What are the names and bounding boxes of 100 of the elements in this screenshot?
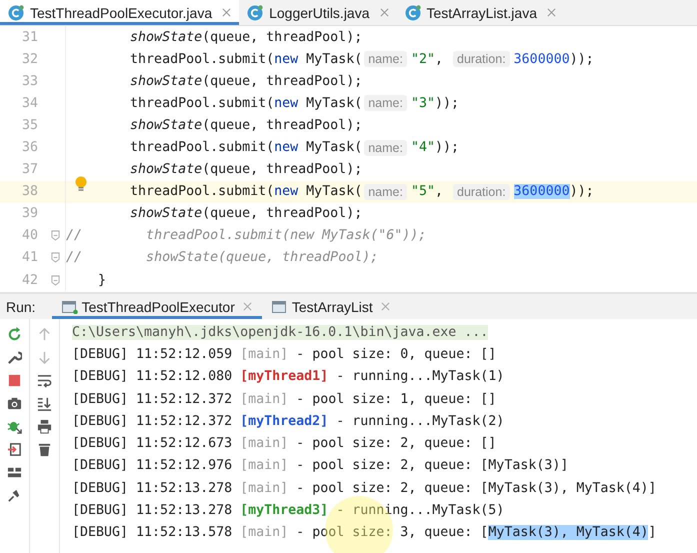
line-number: 38: [20, 184, 39, 200]
line-number: 33: [20, 74, 39, 89]
log-text: - pool size: 0, queue: []: [295, 346, 496, 362]
file-tab[interactable]: TestThreadPoolExecutor.java: [0, 0, 240, 25]
code-text: "2": [410, 52, 435, 67]
log-text: [DEBUG] 11:52:13.278: [72, 503, 234, 518]
log-text: [DEBUG] 11:52:12.080: [72, 369, 234, 384]
soft-wrap-icon[interactable]: [37, 373, 52, 388]
up-arrow-icon[interactable]: [37, 327, 52, 342]
file-tab[interactable]: LoggerUtils.java: [239, 0, 396, 25]
code-text: showState: [129, 74, 202, 89]
console-window-icon: [272, 300, 288, 314]
print-icon[interactable]: [37, 419, 52, 434]
code-text: new: [274, 140, 298, 156]
code-text: MyTask(: [305, 140, 362, 156]
run-tab[interactable]: TestThreadPoolExecutor: [52, 294, 262, 319]
code-text: ));: [435, 96, 460, 111]
lightbulb-icon[interactable]: [75, 176, 87, 192]
code-text: threadPool.submit(: [129, 140, 274, 156]
class-icon: [8, 4, 24, 20]
code-text: ));: [435, 140, 460, 156]
code-text: "5": [410, 184, 435, 200]
log-text: - running...MyTask(5): [335, 503, 504, 518]
parameter-hint: duration:: [453, 51, 510, 68]
log-text: [main]: [240, 436, 288, 452]
file-tab[interactable]: TestArrayList.java: [396, 0, 564, 25]
run-label: Run:: [5, 298, 37, 314]
code-text: ));: [570, 52, 594, 67]
comment-text: //: [66, 250, 82, 266]
down-arrow-icon[interactable]: [37, 350, 52, 365]
close-icon[interactable]: [380, 8, 388, 17]
pin-icon[interactable]: [7, 488, 22, 503]
code-text: showState: [129, 118, 202, 133]
close-icon[interactable]: [546, 8, 556, 17]
selected-text: 3600000: [514, 184, 570, 200]
parameter-hint: name:: [364, 140, 407, 156]
line-number: 41: [20, 250, 39, 266]
log-text: [DEBUG] 11:52:12.059: [72, 346, 234, 362]
fold-marker-icon[interactable]: [51, 274, 60, 286]
line-number: 40: [20, 228, 39, 244]
close-icon[interactable]: [222, 8, 232, 17]
code-text: "4": [410, 140, 435, 156]
close-icon[interactable]: [380, 302, 390, 311]
log-text: [main]: [240, 480, 288, 496]
exit-icon[interactable]: [7, 442, 22, 457]
line-number: 37: [20, 162, 39, 178]
code-text: MyTask(: [305, 184, 362, 200]
code-text: MyTask(: [305, 52, 362, 67]
parameter-hint: name:: [364, 95, 407, 112]
log-text: - pool size: 2, queue: []: [295, 436, 496, 452]
selected-text: MyTask(3), MyTask(4): [488, 525, 648, 540]
code-text: (queue, threadPool);: [202, 206, 362, 222]
code-text: 3600000: [514, 52, 570, 67]
code-text: showState: [129, 30, 202, 45]
trash-icon[interactable]: [37, 442, 52, 457]
close-icon[interactable]: [242, 302, 252, 311]
log-text: [main]: [240, 346, 288, 362]
code-text: (queue, threadPool);: [202, 30, 362, 45]
console-window-icon: [62, 300, 78, 314]
camera-icon[interactable]: [7, 396, 22, 411]
fold-marker-icon[interactable]: [51, 252, 60, 264]
log-text: [main]: [240, 392, 288, 407]
layout-icon[interactable]: [7, 465, 22, 480]
code-text: MyTask(: [305, 96, 362, 111]
rerun-icon[interactable]: [7, 327, 22, 342]
class-icon: [404, 4, 420, 20]
code-text: threadPool.submit(: [129, 96, 274, 111]
line-number: 36: [20, 140, 39, 156]
code-text: (queue, threadPool);: [202, 162, 362, 178]
log-text: [DEBUG] 11:52:12.976: [72, 458, 234, 474]
fold-marker-icon[interactable]: [51, 230, 60, 242]
run-tab[interactable]: TestArrayList: [262, 294, 400, 319]
log-text: - running...MyTask(1): [335, 369, 504, 384]
code-text: new: [274, 184, 298, 200]
code-text: new: [274, 52, 298, 67]
log-text: [DEBUG] 11:52:12.673: [72, 436, 234, 452]
log-text: [myThread3]: [240, 503, 328, 518]
log-text: [DEBUG] 11:52:13.578: [72, 525, 234, 540]
scroll-to-end-icon[interactable]: [37, 396, 52, 411]
code-text: (queue, threadPool);: [202, 118, 362, 133]
line-number: 32: [20, 52, 39, 67]
code-text: threadPool.submit(: [129, 52, 274, 67]
log-text: [myThread1]: [240, 369, 328, 384]
log-text: ]: [648, 525, 656, 540]
bug-icon[interactable]: [7, 419, 22, 434]
log-text: - pool size: 3, queue: [: [295, 525, 488, 540]
code-text: "3": [410, 96, 435, 111]
comment-text: //: [66, 228, 82, 244]
log-text: - pool size: 2, queue: [MyTask(3), MyTask(4)]: [295, 480, 656, 496]
log-text: [myThread2]: [240, 414, 328, 429]
code-text: showState: [129, 206, 202, 222]
code-text: (queue, threadPool);: [202, 74, 362, 89]
stop-icon[interactable]: [7, 373, 22, 388]
code-text: ,: [435, 52, 444, 67]
log-text: [DEBUG] 11:52:12.372: [72, 414, 234, 429]
line-number: 39: [20, 206, 39, 222]
wrench-icon[interactable]: [7, 350, 22, 365]
log-text: [DEBUG] 11:52:12.372: [72, 392, 234, 407]
comment-text: threadPool.submit(new MyTask("6"));: [145, 228, 426, 244]
parameter-hint: name:: [364, 184, 407, 200]
